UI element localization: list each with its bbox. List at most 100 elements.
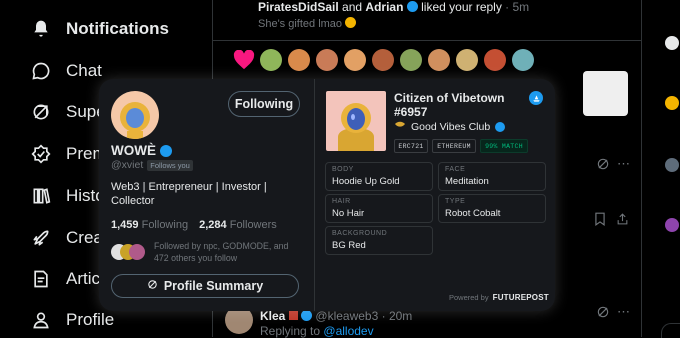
liker-avatar[interactable] <box>260 49 282 71</box>
attribute-body: BODY Hoodie Up Gold <box>325 162 433 191</box>
panel-edge <box>661 323 680 338</box>
follows-you-badge: Follows you <box>147 159 193 171</box>
attribute-face: FACE Meditation <box>438 162 546 191</box>
sidebar-item-profile[interactable]: Profile <box>30 309 114 331</box>
attribute-key: HAIR <box>332 198 351 205</box>
heart-icon <box>233 49 255 75</box>
chat-icon <box>30 60 52 82</box>
and-text: and <box>342 0 363 14</box>
attribute-value: BG Red <box>332 240 366 251</box>
sidebar-item-label: Chat <box>66 61 102 80</box>
verified-badge-icon <box>495 121 506 132</box>
liker-avatar[interactable] <box>316 49 338 71</box>
super-icon <box>30 101 52 123</box>
attribute-key: BODY <box>332 166 354 173</box>
avatar[interactable] <box>665 36 679 50</box>
replying-handle-link[interactable]: @allodev <box>323 324 373 338</box>
followed-by-avatars[interactable] <box>111 244 147 260</box>
good-vibes-club-logo-icon <box>394 120 406 133</box>
sidebar-item-notifications[interactable]: Notifications <box>30 18 169 40</box>
followers-count[interactable]: 2,284 <box>199 219 227 231</box>
profile-icon <box>30 309 52 331</box>
attribute-value: Meditation <box>445 176 489 187</box>
futurepost-logo[interactable]: FUTUREPOST <box>493 293 549 302</box>
liker-avatar[interactable] <box>344 49 366 71</box>
grok-icon <box>147 279 158 293</box>
following-button[interactable]: Following <box>228 91 300 117</box>
rocket-icon <box>30 227 52 249</box>
followed-by-text[interactable]: Followed by npc, GODMODE, and 472 others… <box>154 240 304 264</box>
attribute-key: BACKGROUND <box>332 230 388 237</box>
bookmark-icon[interactable] <box>594 212 606 231</box>
post-image-thumbnail[interactable] <box>583 71 628 116</box>
display-name-row: WOWÈ <box>111 143 172 158</box>
reply-header: Klea @kleaweb3 · 20m <box>260 309 412 323</box>
opensea-icon[interactable] <box>529 91 543 105</box>
sidebar-item-create[interactable]: Creat <box>30 227 108 249</box>
handle-row: @xviet Follows you <box>111 159 193 171</box>
grok-icon[interactable] <box>596 305 610 324</box>
articles-icon <box>30 268 52 290</box>
flag-emoji-icon <box>288 311 298 320</box>
attribute-value: Hoodie Up Gold <box>332 176 400 187</box>
sidebar-item-articles[interactable]: Articl <box>30 268 104 290</box>
liker-avatar[interactable] <box>400 49 422 71</box>
share-icon[interactable] <box>616 212 629 231</box>
profile-hover-card: Following WOWÈ @xviet Follows you Web3 |… <box>99 79 555 311</box>
liker-avatar[interactable] <box>484 49 506 71</box>
reply-preview: She's gifted lmao <box>258 17 357 30</box>
more-options-icon[interactable]: ⋯ <box>617 304 630 320</box>
attribute-value: Robot Cobalt <box>445 208 501 219</box>
attribute-type: TYPE Robot Cobalt <box>438 194 546 223</box>
liker-avatar[interactable] <box>428 49 450 71</box>
attribute-background: BACKGROUND BG Red <box>325 226 433 255</box>
author-handle[interactable]: @kleaweb3 <box>315 309 378 323</box>
attribute-key: FACE <box>445 166 466 173</box>
profile-summary-button[interactable]: Profile Summary <box>111 274 299 298</box>
bell-icon <box>30 18 52 40</box>
display-name[interactable]: WOWÈ <box>111 143 156 158</box>
ethereum-tag: ETHEREUM <box>432 139 476 153</box>
author-name[interactable]: Klea <box>260 309 285 323</box>
timestamp: · 20m <box>381 309 413 323</box>
attribute-hair: HAIR No Hair <box>325 194 433 223</box>
liker-avatar[interactable] <box>456 49 478 71</box>
following-count[interactable]: 1,459 <box>111 219 139 231</box>
premium-icon <box>30 143 52 165</box>
laughing-emoji-icon <box>345 17 357 28</box>
liker-avatar[interactable] <box>288 49 310 71</box>
sidebar-item-label: Profile <box>66 310 115 329</box>
user-handle[interactable]: @xviet <box>111 159 143 171</box>
erc721-tag: ERC721 <box>394 139 428 153</box>
match-tag: 99% MATCH <box>480 139 528 153</box>
bio: Web3 | Entrepreneur | Investor | Collect… <box>111 181 267 207</box>
following-label[interactable]: Following <box>142 219 188 231</box>
sidebar-item-history[interactable]: Histo <box>30 185 105 207</box>
verified-badge-icon <box>301 310 313 321</box>
liker-name[interactable]: Adrian <box>365 0 403 14</box>
liker-name[interactable]: PiratesDidSail <box>258 0 339 14</box>
liker-avatar[interactable] <box>372 49 394 71</box>
avatar[interactable] <box>111 91 159 139</box>
sidebar-item-label: Notifications <box>66 19 169 38</box>
sidebar-item-chat[interactable]: Chat <box>30 60 102 82</box>
avatar[interactable] <box>665 218 679 232</box>
collection-row[interactable]: Good Vibes Club <box>394 120 506 133</box>
history-icon <box>30 185 52 207</box>
attribute-key: TYPE <box>445 198 466 205</box>
nft-image[interactable] <box>326 91 386 151</box>
powered-by-label: Powered by <box>449 293 489 302</box>
verified-badge-icon <box>160 144 172 157</box>
follow-stats: 1,459 Following 2,284 Followers <box>111 219 277 231</box>
avatar[interactable] <box>665 96 679 110</box>
right-sidebar <box>661 0 680 338</box>
avatar[interactable] <box>665 158 679 172</box>
more-options-icon[interactable]: ⋯ <box>617 156 630 172</box>
timestamp: · 5m <box>505 0 530 14</box>
liker-avatar[interactable] <box>512 49 534 71</box>
grok-icon[interactable] <box>596 157 610 176</box>
followers-label[interactable]: Followers <box>230 219 277 231</box>
attribute-value: No Hair <box>332 208 365 219</box>
profile-summary-label: Profile Summary <box>163 279 264 293</box>
like-notification[interactable]: PiratesDidSail and Adrian liked your rep… <box>258 0 529 14</box>
